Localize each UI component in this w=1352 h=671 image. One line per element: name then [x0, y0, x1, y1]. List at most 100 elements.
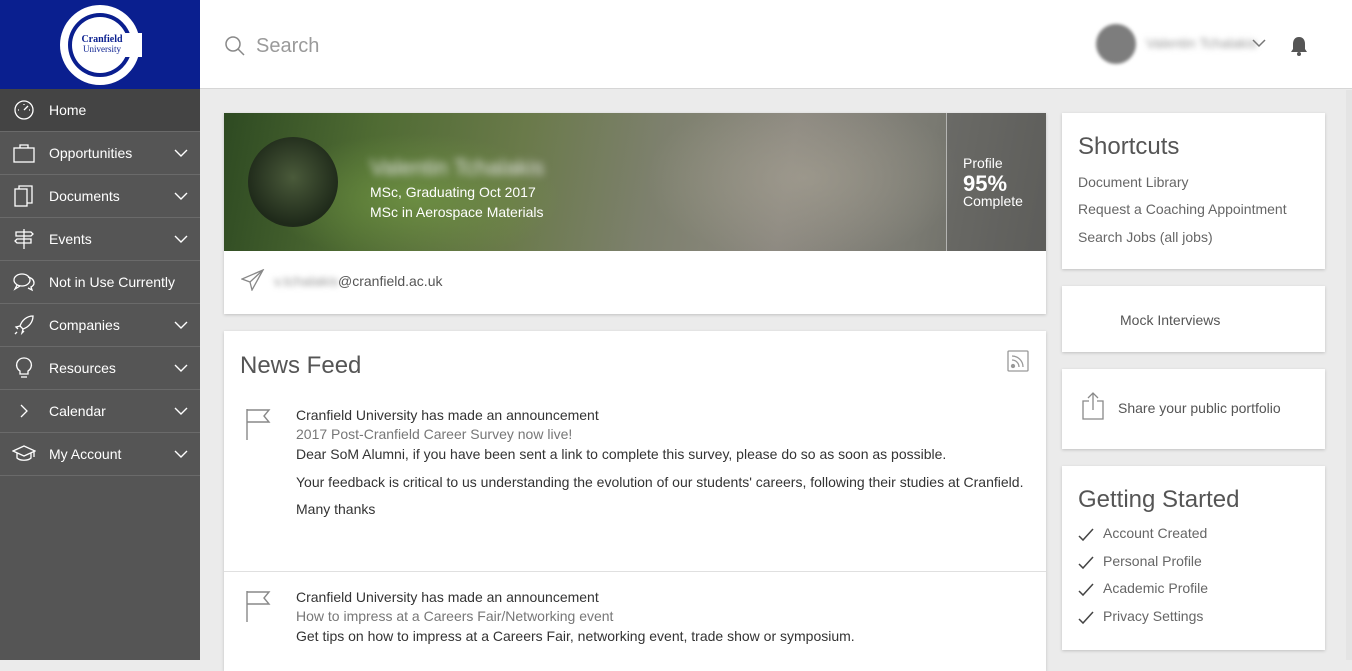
checklist-item-label: Academic Profile — [1103, 580, 1209, 596]
checklist-item-label: Privacy Settings — [1103, 608, 1204, 624]
sidebar-item-calendar[interactable]: Calendar — [0, 390, 200, 433]
checkmark-icon — [1078, 583, 1094, 597]
chevron-down-icon[interactable] — [174, 318, 188, 332]
bell-icon[interactable] — [1289, 35, 1309, 57]
lightbulb-icon — [12, 356, 36, 380]
shortcut-document-library[interactable]: Document Library — [1078, 174, 1189, 190]
top-header: Valentin Tchalakis — [200, 0, 1352, 89]
banner-background — [644, 113, 964, 251]
sidebar-item-label: Not in Use Currently — [49, 274, 176, 290]
sidebar-item-label: Calendar — [49, 403, 106, 419]
sidebar-item-resources[interactable]: Resources — [0, 347, 200, 390]
chevron-down-icon[interactable] — [174, 232, 188, 246]
avatar[interactable] — [1096, 24, 1136, 64]
profile-degree-line2: MSc in Aerospace Materials — [370, 204, 544, 220]
logo-text-line2: University — [83, 44, 121, 54]
sidebar-item-not-in-use[interactable]: Not in Use Currently — [0, 261, 200, 304]
chevron-down-icon[interactable] — [1252, 38, 1266, 48]
shortcut-coaching-appointment[interactable]: Request a Coaching Appointment — [1078, 201, 1287, 217]
sidebar-item-companies[interactable]: Companies — [0, 304, 200, 347]
checkmark-icon — [1078, 611, 1094, 625]
shortcuts-card: Shortcuts Document Library Request a Coa… — [1062, 113, 1325, 269]
rss-icon[interactable] — [1007, 350, 1029, 372]
checkmark-icon — [1078, 556, 1094, 570]
profile-banner: Valentin Tchalakis MSc, Graduating Oct 2… — [224, 113, 1046, 251]
page-scrollbar[interactable] — [1346, 90, 1352, 660]
profile-degree-line1: MSc, Graduating Oct 2017 — [370, 184, 536, 200]
mock-interviews-label: Mock Interviews — [1120, 312, 1221, 328]
chevron-down-icon[interactable] — [174, 189, 188, 203]
sidebar-item-home[interactable]: Home — [0, 89, 200, 132]
rocket-icon — [12, 313, 36, 337]
sidebar-item-label: Companies — [49, 317, 120, 333]
sidebar-item-label: Home — [49, 102, 87, 118]
news-item: Cranfield University has made an announc… — [224, 407, 1046, 557]
share-portfolio-label: Share your public portfolio — [1118, 400, 1281, 416]
sidebar-item-events[interactable]: Events — [0, 218, 200, 261]
search-input[interactable] — [254, 30, 858, 62]
sidebar-item-label: Resources — [49, 360, 116, 376]
graduation-cap-icon — [12, 442, 36, 466]
news-item-text: Your feedback is critical to us understa… — [296, 474, 1024, 490]
checklist-item-label: Account Created — [1103, 525, 1208, 541]
chevron-down-icon[interactable] — [174, 361, 188, 375]
checkmark-icon — [1078, 528, 1094, 542]
news-item-text: Get tips on how to impress at a Careers … — [296, 628, 855, 644]
news-item-link[interactable]: 2017 Post-Cranfield Career Survey now li… — [296, 426, 572, 442]
sidebar-item-label: Documents — [49, 188, 120, 204]
profile-card: Valentin Tchalakis MSc, Graduating Oct 2… — [224, 113, 1046, 314]
search-icon[interactable] — [224, 35, 246, 57]
profile-name: Valentin Tchalakis — [370, 155, 545, 180]
signpost-icon — [12, 227, 36, 251]
news-feed-card: News Feed Cranfield University has made … — [224, 331, 1046, 671]
sidebar-item-my-account[interactable]: My Account — [0, 433, 200, 476]
flag-icon — [246, 409, 271, 440]
getting-started-card: Getting Started Account Created Personal… — [1062, 466, 1325, 650]
sidebar-item-documents[interactable]: Documents — [0, 175, 200, 218]
speedometer-icon — [12, 98, 36, 122]
email-user: v.tchalakis — [274, 273, 339, 289]
profile-completion-label: Profile — [963, 155, 1003, 171]
chat-bubbles-icon — [12, 270, 36, 294]
news-item-text: Dear SoM Alumni, if you have been sent a… — [296, 446, 947, 462]
profile-photo[interactable] — [248, 137, 338, 227]
chevron-right-icon — [12, 399, 36, 423]
sidebar-item-label: My Account — [49, 446, 122, 462]
checklist-item-label: Personal Profile — [1103, 553, 1202, 569]
sidebar-item-label: Events — [49, 231, 92, 247]
news-item: Cranfield University has made an announc… — [224, 589, 1046, 669]
profile-completion-label: Complete — [963, 193, 1023, 209]
user-name[interactable]: Valentin Tchalakis — [1146, 35, 1257, 51]
chevron-down-icon[interactable] — [174, 146, 188, 160]
news-item-heading: Cranfield University has made an announc… — [296, 407, 599, 423]
profile-completion[interactable]: Profile 95% Complete — [946, 113, 1046, 251]
getting-started-title: Getting Started — [1078, 486, 1240, 513]
checklist-item[interactable]: Academic Profile — [1078, 580, 1318, 600]
email-domain: @cranfield.ac.uk — [338, 273, 443, 289]
logo[interactable]: Cranfield University — [0, 0, 200, 89]
chevron-down-icon[interactable] — [174, 404, 188, 418]
news-item-heading: Cranfield University has made an announc… — [296, 589, 599, 605]
sidebar: Cranfield University Home Opportunities … — [0, 0, 200, 660]
chevron-down-icon[interactable] — [174, 447, 188, 461]
shortcut-search-jobs[interactable]: Search Jobs (all jobs) — [1078, 229, 1213, 245]
flag-icon — [246, 591, 271, 622]
share-portfolio-card[interactable]: Share your public portfolio — [1062, 369, 1325, 449]
checklist-item[interactable]: Account Created — [1078, 525, 1318, 545]
send-icon — [241, 269, 265, 291]
mock-interviews-card[interactable]: Mock Interviews — [1062, 286, 1325, 352]
divider — [224, 571, 1046, 572]
news-item-link[interactable]: How to impress at a Careers Fair/Network… — [296, 608, 613, 624]
documents-icon — [12, 184, 36, 208]
shortcuts-title: Shortcuts — [1078, 133, 1180, 160]
email-row: v.tchalakis @cranfield.ac.uk — [224, 251, 1046, 314]
briefcase-icon — [12, 141, 36, 165]
sidebar-item-opportunities[interactable]: Opportunities — [0, 132, 200, 175]
checklist-item[interactable]: Personal Profile — [1078, 553, 1318, 573]
news-item-text: Many thanks — [296, 501, 376, 517]
news-feed-title: News Feed — [240, 352, 362, 379]
cranfield-logo-icon: Cranfield University — [60, 4, 142, 85]
sidebar-item-label: Opportunities — [49, 145, 133, 161]
share-icon — [1082, 392, 1104, 420]
checklist-item[interactable]: Privacy Settings — [1078, 608, 1318, 628]
